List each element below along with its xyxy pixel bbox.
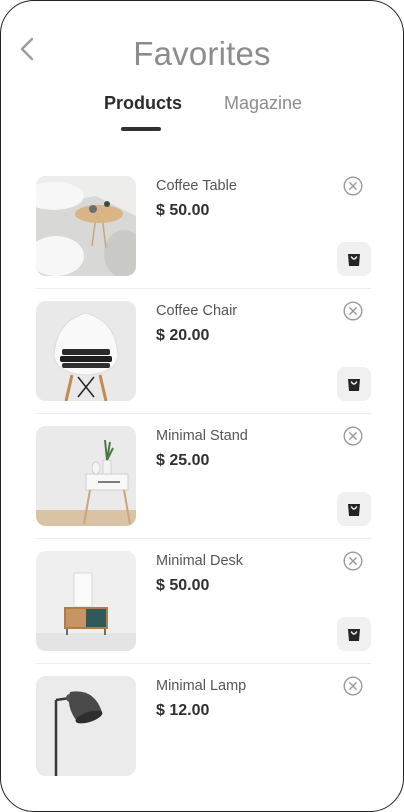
- tab-products[interactable]: Products: [104, 93, 182, 114]
- list-item[interactable]: Coffee Table $ 50.00: [36, 176, 371, 301]
- list-item[interactable]: Minimal Lamp $ 12.00: [36, 676, 371, 801]
- add-to-cart-button[interactable]: [337, 617, 371, 651]
- product-price: $ 25.00: [156, 452, 210, 469]
- product-name: Minimal Stand: [156, 428, 248, 444]
- remove-button[interactable]: [343, 301, 363, 321]
- add-to-cart-button[interactable]: [337, 242, 371, 276]
- item-divider: [36, 413, 371, 414]
- product-price: $ 20.00: [156, 327, 210, 344]
- remove-button[interactable]: [343, 551, 363, 571]
- close-circle-icon: [343, 551, 363, 571]
- product-name: Coffee Chair: [156, 303, 238, 319]
- list-item[interactable]: Coffee Chair $ 20.00: [36, 301, 371, 426]
- shopping-bag-icon: [348, 629, 360, 641]
- close-circle-icon: [343, 676, 363, 696]
- shopping-bag-icon: [348, 379, 360, 391]
- remove-button[interactable]: [343, 176, 363, 196]
- product-name: Coffee Table: [156, 178, 237, 194]
- item-divider: [36, 663, 371, 664]
- phone-frame: Favorites Products Magazine Coffee Table…: [0, 0, 404, 812]
- remove-button[interactable]: [343, 676, 363, 696]
- list-item[interactable]: Minimal Desk $ 50.00: [36, 551, 371, 676]
- product-image: [36, 301, 136, 401]
- product-price: $ 50.00: [156, 202, 210, 219]
- product-price: $ 12.00: [156, 702, 210, 719]
- product-name: Minimal Desk: [156, 553, 244, 569]
- product-image: [36, 676, 136, 776]
- close-circle-icon: [343, 176, 363, 196]
- list-item[interactable]: Minimal Stand $ 25.00: [36, 426, 371, 551]
- product-image: [36, 551, 136, 651]
- product-name: Minimal Lamp: [156, 678, 247, 694]
- add-to-cart-button[interactable]: [337, 367, 371, 401]
- close-circle-icon: [343, 301, 363, 321]
- shopping-bag-icon: [348, 504, 360, 516]
- remove-button[interactable]: [343, 426, 363, 446]
- tab-bar: Products Magazine: [1, 93, 403, 133]
- item-divider: [36, 288, 371, 289]
- shopping-bag-icon: [348, 254, 360, 266]
- favorites-list: Coffee Table $ 50.00 Coffee Chair $ 20.0…: [36, 176, 371, 801]
- product-image: [36, 176, 136, 276]
- item-divider: [36, 538, 371, 539]
- product-price: $ 50.00: [156, 577, 210, 594]
- close-circle-icon: [343, 426, 363, 446]
- page-title: Favorites: [133, 35, 271, 72]
- product-image: [36, 426, 136, 526]
- active-tab-indicator: [121, 127, 161, 131]
- add-to-cart-button[interactable]: [337, 492, 371, 526]
- tab-magazine[interactable]: Magazine: [224, 93, 302, 114]
